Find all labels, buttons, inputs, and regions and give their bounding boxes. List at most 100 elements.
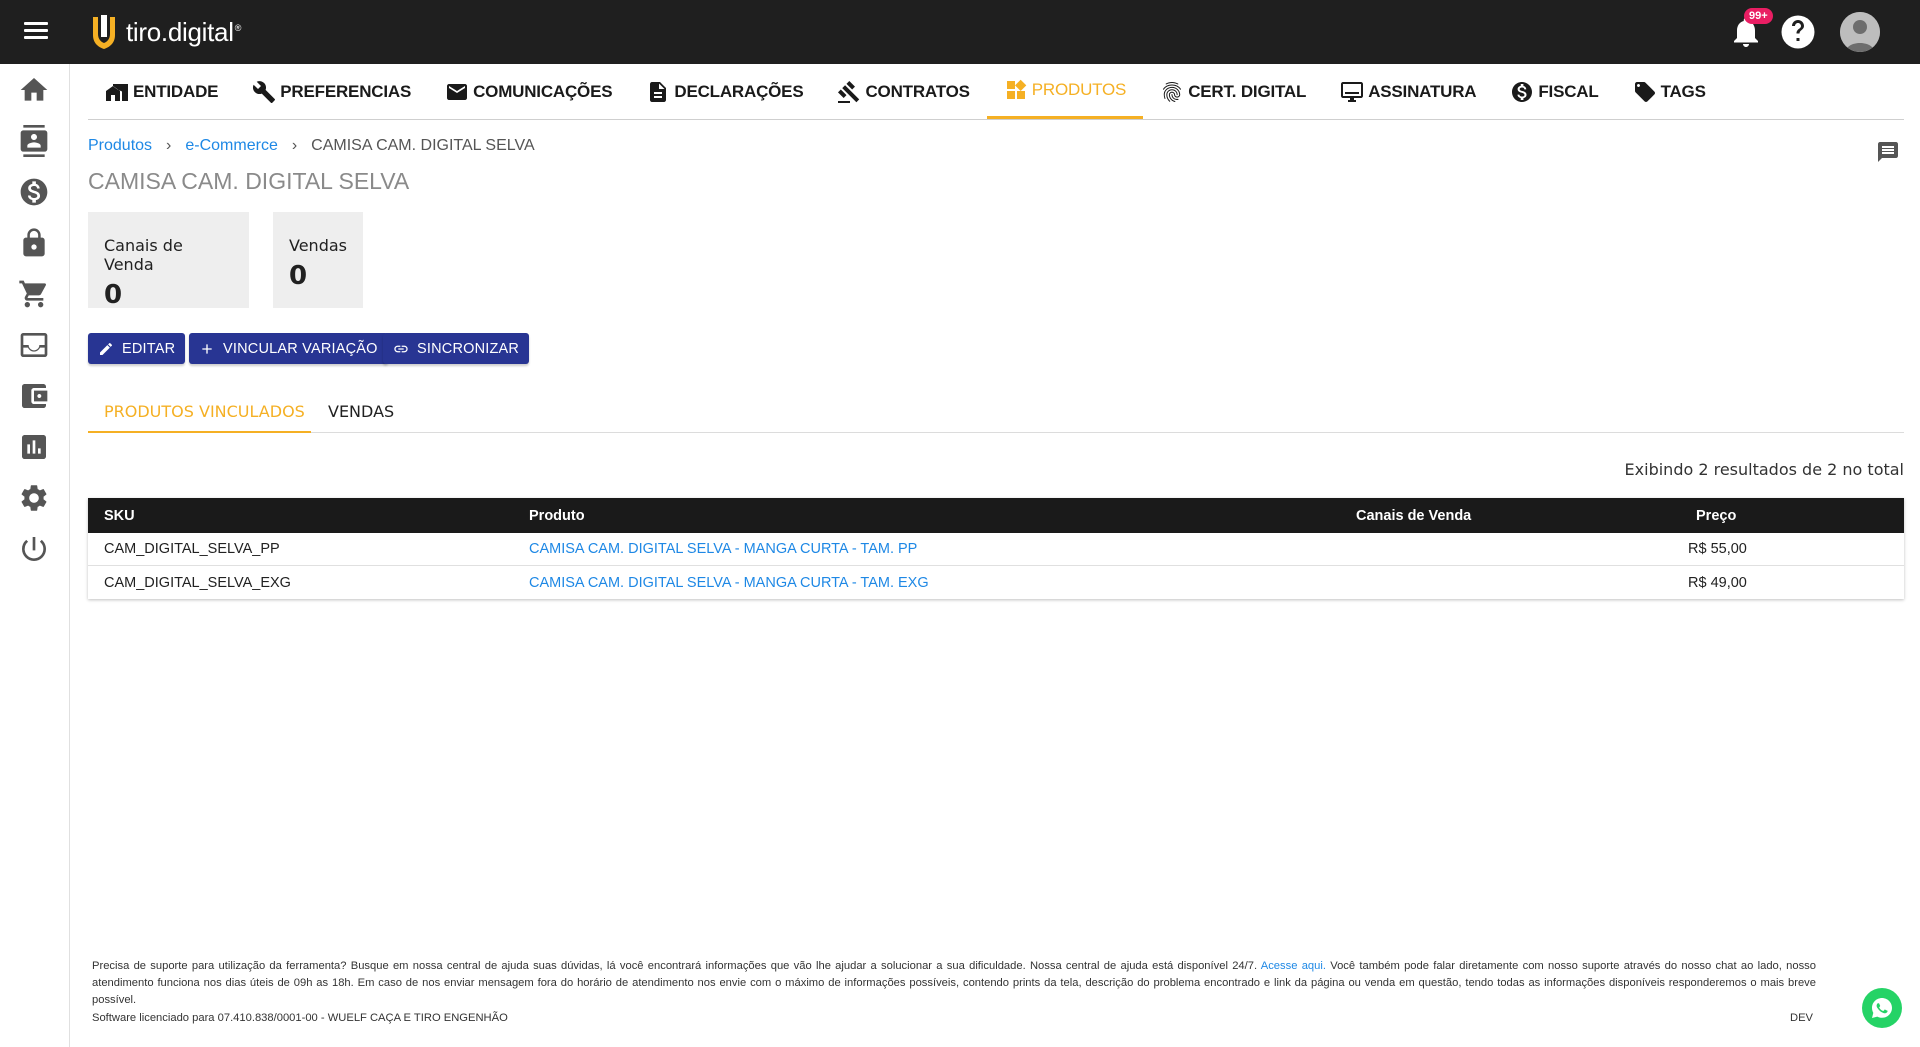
stat-canais-de-venda: Canais de Venda 0 <box>88 212 249 310</box>
main-navigation: ENTIDADE PREFERENCIAS COMUNICAÇÕES DECLA… <box>88 64 1904 120</box>
header-sku[interactable]: SKU <box>104 498 135 533</box>
license-text: Software licenciado para 07.410.838/0001… <box>92 1012 508 1024</box>
brand-name: tiro.digital® <box>126 16 242 47</box>
brand-logo[interactable]: tiro.digital® <box>90 13 241 51</box>
sidebar-reports[interactable] <box>18 431 50 463</box>
header-produto[interactable]: Produto <box>529 498 585 533</box>
cell-preco: R$ 55,00 <box>1688 541 1747 557</box>
sync-button[interactable]: SINCRONIZAR <box>383 333 530 364</box>
mail-icon <box>447 83 468 100</box>
document-icon <box>650 81 667 102</box>
nav-tab-declaracoes[interactable]: DECLARAÇÕES <box>629 64 820 119</box>
whatsapp-icon <box>1872 998 1892 1018</box>
sidebar-security[interactable] <box>18 227 50 259</box>
shopping-cart-icon <box>19 280 47 308</box>
stat-value: 0 <box>104 280 123 310</box>
nav-tab-label: PRODUTOS <box>1031 80 1127 99</box>
nav-tab-assinatura[interactable]: ASSINATURA <box>1323 64 1493 119</box>
breadcrumb-ecommerce[interactable]: e-Commerce <box>185 137 277 155</box>
tab-produtos-vinculados[interactable]: PRODUTOS VINCULADOS <box>88 392 311 433</box>
left-sidebar <box>0 64 70 1047</box>
environment-label: DEV <box>1790 1012 1814 1024</box>
nav-tab-entidade[interactable]: ENTIDADE <box>88 64 235 119</box>
edit-button-label: EDITAR <box>122 340 176 357</box>
help-center-link[interactable]: Acesse aqui. <box>1261 960 1326 972</box>
content-tabs: PRODUTOS VINCULADOS VENDAS <box>88 392 1904 433</box>
bar-chart-icon <box>22 435 46 459</box>
nav-tab-comunicacoes[interactable]: COMUNICAÇÕES <box>428 64 629 119</box>
user-silhouette-icon <box>1840 12 1880 52</box>
tab-vendas[interactable]: VENDAS <box>328 392 408 433</box>
stat-value: 0 <box>289 261 308 291</box>
nav-tab-label: ASSINATURA <box>1368 81 1477 101</box>
contacts-icon <box>20 125 48 157</box>
breadcrumb-produtos[interactable]: Produtos <box>88 137 152 155</box>
nav-tab-label: PREFERENCIAS <box>280 81 412 101</box>
inbox-icon <box>20 333 48 357</box>
cell-produto-link[interactable]: CAMISA CAM. DIGITAL SELVA - MANGA CURTA … <box>529 566 929 599</box>
sidebar-home[interactable] <box>18 74 50 106</box>
notification-count-badge: 99+ <box>1744 8 1773 24</box>
header-canais-de-venda[interactable]: Canais de Venda <box>1356 498 1471 533</box>
pencil-icon <box>100 342 113 355</box>
link-variation-button[interactable]: VINCULAR VARIAÇÃO <box>189 333 388 364</box>
breadcrumb-current: CAMISA CAM. DIGITAL SELVA <box>311 137 535 154</box>
signature-icon <box>1341 81 1364 102</box>
top-app-bar: tiro.digital® 99+ <box>0 0 1920 64</box>
nav-tab-produtos[interactable]: PRODUTOS <box>986 64 1144 119</box>
gear-icon <box>21 485 47 511</box>
sidebar-contacts[interactable] <box>18 125 50 157</box>
table-row[interactable]: CAM_DIGITAL_SELVA_EXG CAMISA CAM. DIGITA… <box>88 566 1904 599</box>
sidebar-settings[interactable] <box>18 482 50 514</box>
cell-produto-link[interactable]: CAMISA CAM. DIGITAL SELVA - MANGA CURTA … <box>529 533 917 565</box>
nav-tab-label: FISCAL <box>1538 81 1599 101</box>
whatsapp-chat-button[interactable] <box>1862 988 1902 1028</box>
lock-icon <box>23 228 45 257</box>
nav-tab-label: CERT. DIGITAL <box>1188 81 1307 101</box>
table-header: SKU Produto Canais de Venda Preço <box>88 498 1904 533</box>
sync-button-label: SINCRONIZAR <box>417 340 520 357</box>
sidebar-wallet[interactable] <box>18 380 50 412</box>
sidebar-inbox[interactable] <box>18 329 50 361</box>
sidebar-finance[interactable] <box>18 176 50 208</box>
dollar-circle-icon <box>20 178 48 206</box>
sidebar-cart[interactable] <box>18 278 50 310</box>
gavel-icon <box>838 80 860 103</box>
wallet-icon <box>22 384 48 408</box>
header-preco[interactable]: Preço <box>1688 498 1918 533</box>
cell-preco: R$ 49,00 <box>1688 574 1747 591</box>
user-avatar[interactable] <box>1840 12 1880 52</box>
linked-products-table: SKU Produto Canais de Venda Preço CAM_DI… <box>88 498 1904 599</box>
nav-tab-fiscal[interactable]: FISCAL <box>1493 64 1615 119</box>
menu-icon[interactable] <box>24 22 48 42</box>
table-row[interactable]: CAM_DIGITAL_SELVA_PP CAMISA CAM. DIGITAL… <box>88 533 1904 566</box>
support-footer-text: Precisa de suporte para utilização da fe… <box>92 958 1816 1009</box>
stat-label: Vendas <box>289 236 347 255</box>
nav-tab-label: DECLARAÇÕES <box>674 81 804 101</box>
sidebar-logout[interactable] <box>18 533 50 565</box>
stat-vendas: Vendas 0 <box>273 212 363 308</box>
plus-icon <box>202 343 212 354</box>
stat-label: Canais de Venda <box>104 236 183 274</box>
edit-button[interactable]: EDITAR <box>88 333 186 364</box>
results-count: Exibindo 2 resultados de 2 no total <box>1624 460 1904 479</box>
comment-icon[interactable] <box>1876 140 1900 164</box>
breadcrumb: Produtos › e-Commerce › CAMISA CAM. DIGI… <box>88 137 535 155</box>
home-building-icon <box>106 83 128 101</box>
tag-icon <box>1634 81 1655 102</box>
help-icon[interactable] <box>1780 14 1816 50</box>
nav-tab-cert-digital[interactable]: CERT. DIGITAL <box>1143 64 1323 119</box>
footer-help-text: Precisa de suporte para utilização da fe… <box>92 960 1258 972</box>
nav-tab-label: COMUNICAÇÕES <box>473 81 613 101</box>
nav-tab-preferencias[interactable]: PREFERENCIAS <box>235 64 428 119</box>
nav-tab-tags[interactable]: TAGS <box>1616 64 1723 119</box>
power-icon <box>21 537 46 561</box>
home-icon <box>20 78 48 101</box>
notifications-button[interactable]: 99+ <box>1728 8 1773 50</box>
brand-logo-mark-icon <box>93 15 115 49</box>
page-title: CAMISA CAM. DIGITAL SELVA <box>88 168 410 194</box>
nav-tab-label: TAGS <box>1660 81 1706 101</box>
chevron-right-icon: › <box>291 137 298 154</box>
nav-tab-contratos[interactable]: CONTRATOS <box>820 64 986 119</box>
cell-sku: CAM_DIGITAL_SELVA_EXG <box>104 574 291 591</box>
